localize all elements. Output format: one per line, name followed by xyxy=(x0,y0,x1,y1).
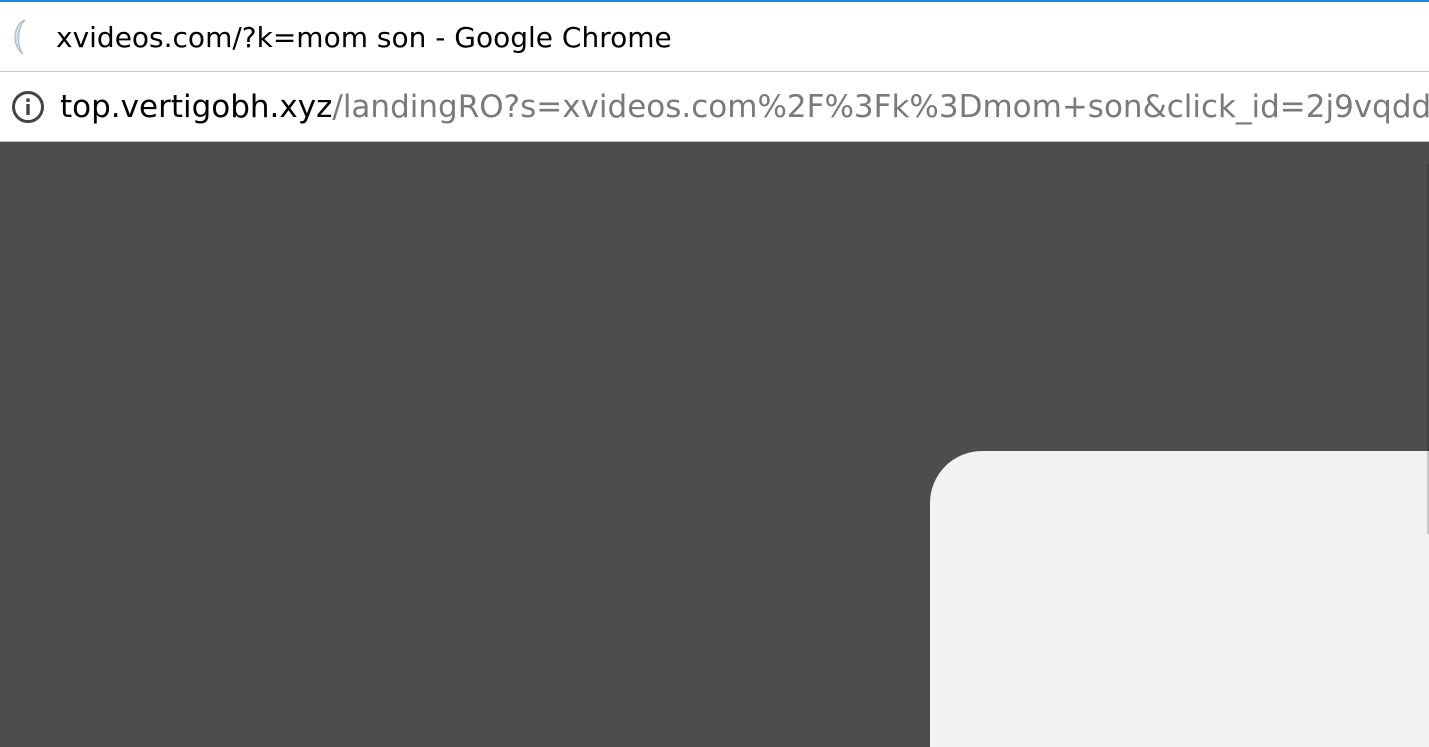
window-title: xvideos.com/?k=mom son - Google Chrome xyxy=(56,21,672,54)
address-bar[interactable]: top.vertigobh.xyz/landingRO?s=xvideos.co… xyxy=(0,72,1429,142)
page-content xyxy=(0,142,1429,747)
crescent-loading-icon xyxy=(8,18,34,56)
url-path: /landingRO?s=xvideos.com%2F%3Fk%3Dmom+so… xyxy=(332,89,1429,125)
info-icon[interactable] xyxy=(11,90,45,124)
window-titlebar[interactable]: xvideos.com/?k=mom son - Google Chrome xyxy=(0,2,1429,72)
url-text[interactable]: top.vertigobh.xyz/landingRO?s=xvideos.co… xyxy=(60,88,1429,126)
url-host: top.vertigobh.xyz xyxy=(60,89,333,125)
dialog-card xyxy=(930,451,1429,747)
